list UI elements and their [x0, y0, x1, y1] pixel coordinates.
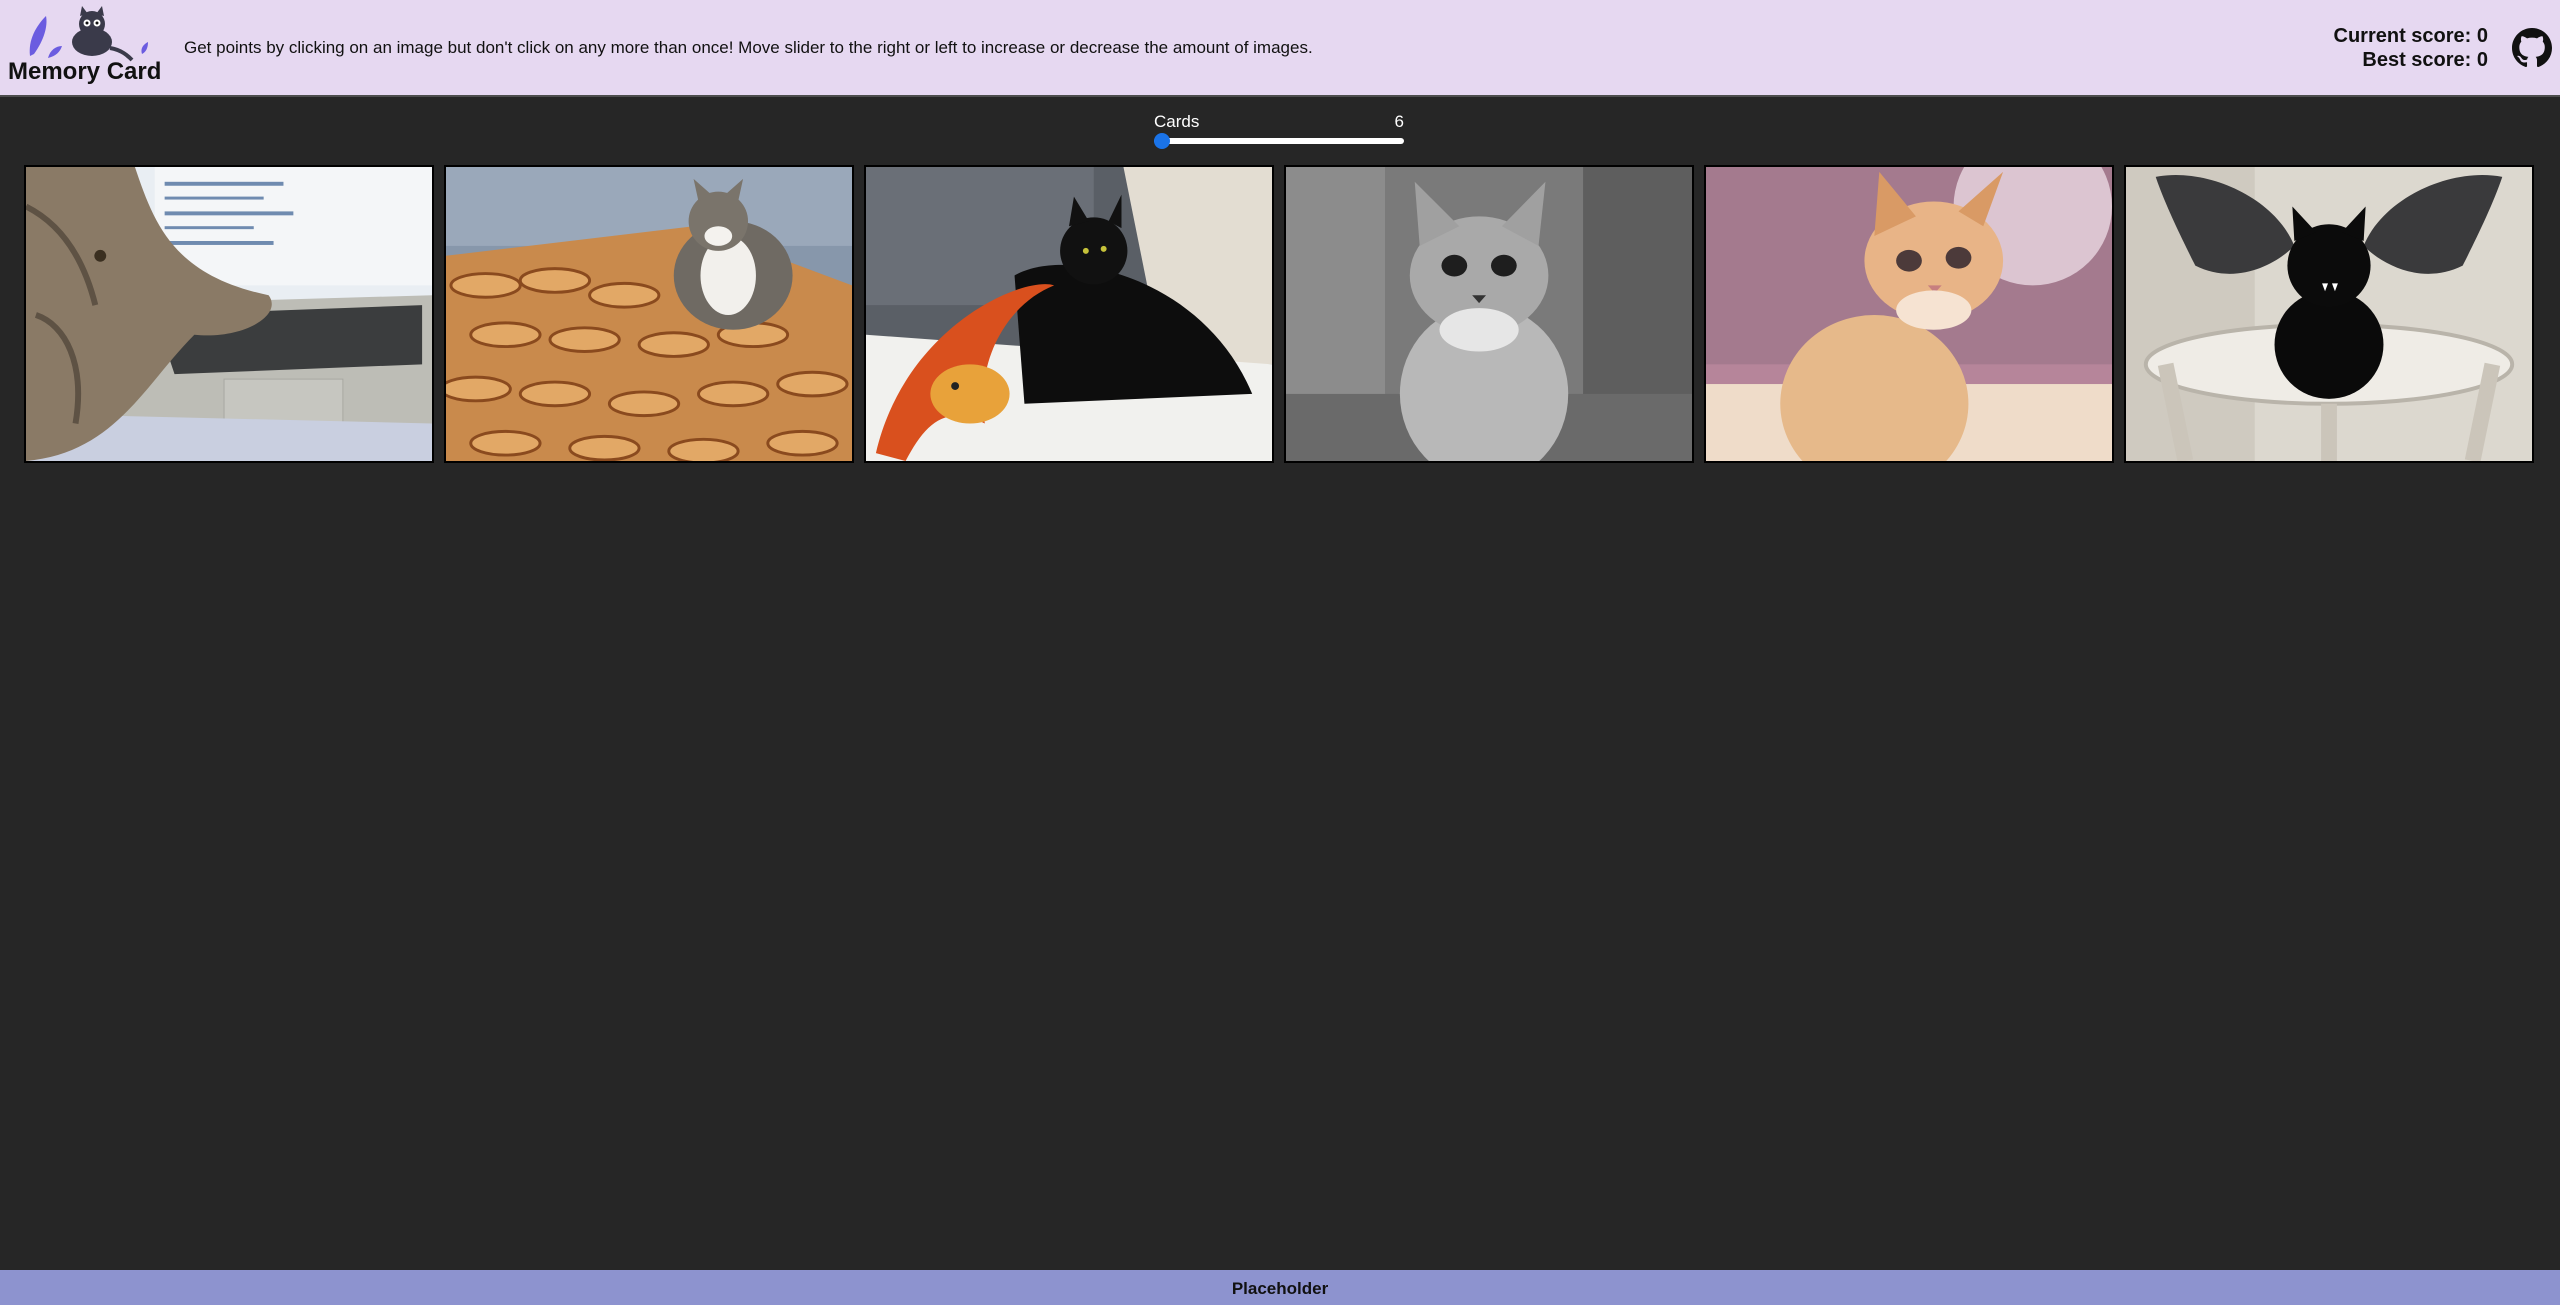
- cat-logo-icon: [29, 6, 148, 62]
- card-black-cat-bat-wings[interactable]: [2124, 165, 2534, 463]
- app-title: Memory Card: [8, 58, 162, 85]
- score-panel: Current score: 0 Best score: 0: [2334, 24, 2489, 72]
- card-cat-with-hotdogs[interactable]: [444, 165, 854, 463]
- card-grid: [24, 165, 2536, 465]
- slider-label: Cards: [1154, 112, 1200, 131]
- github-icon[interactable]: [2512, 28, 2552, 68]
- slider-thumb[interactable]: [1154, 133, 1170, 149]
- current-score: Current score: 0: [2333, 25, 2489, 47]
- app-header: Memory Card Get points by clicking on an…: [0, 0, 2560, 97]
- card-cat-on-laptop[interactable]: [24, 165, 434, 463]
- card-image: [2126, 167, 2532, 461]
- card-image: [26, 167, 432, 461]
- best-score: Best score: 0: [2362, 49, 2488, 71]
- card-black-cat-with-toy-snake[interactable]: [864, 165, 1274, 463]
- card-image: [866, 167, 1272, 461]
- cards-slider[interactable]: [1154, 133, 1404, 149]
- cards-slider-group: Cards 6: [1154, 112, 1404, 149]
- card-image: [1706, 167, 2112, 461]
- instructions-text: Get points by clicking on an image but d…: [184, 38, 1313, 57]
- card-orange-kitten[interactable]: [1704, 165, 2114, 463]
- footer-text: Placeholder: [1231, 1279, 1329, 1298]
- card-image: [1286, 167, 1692, 461]
- card-grayscale-fluffy-kitten[interactable]: [1284, 165, 1694, 463]
- slider-value: 6: [1394, 112, 1404, 131]
- footer: Placeholder: [0, 1270, 2560, 1305]
- card-image: [446, 167, 852, 461]
